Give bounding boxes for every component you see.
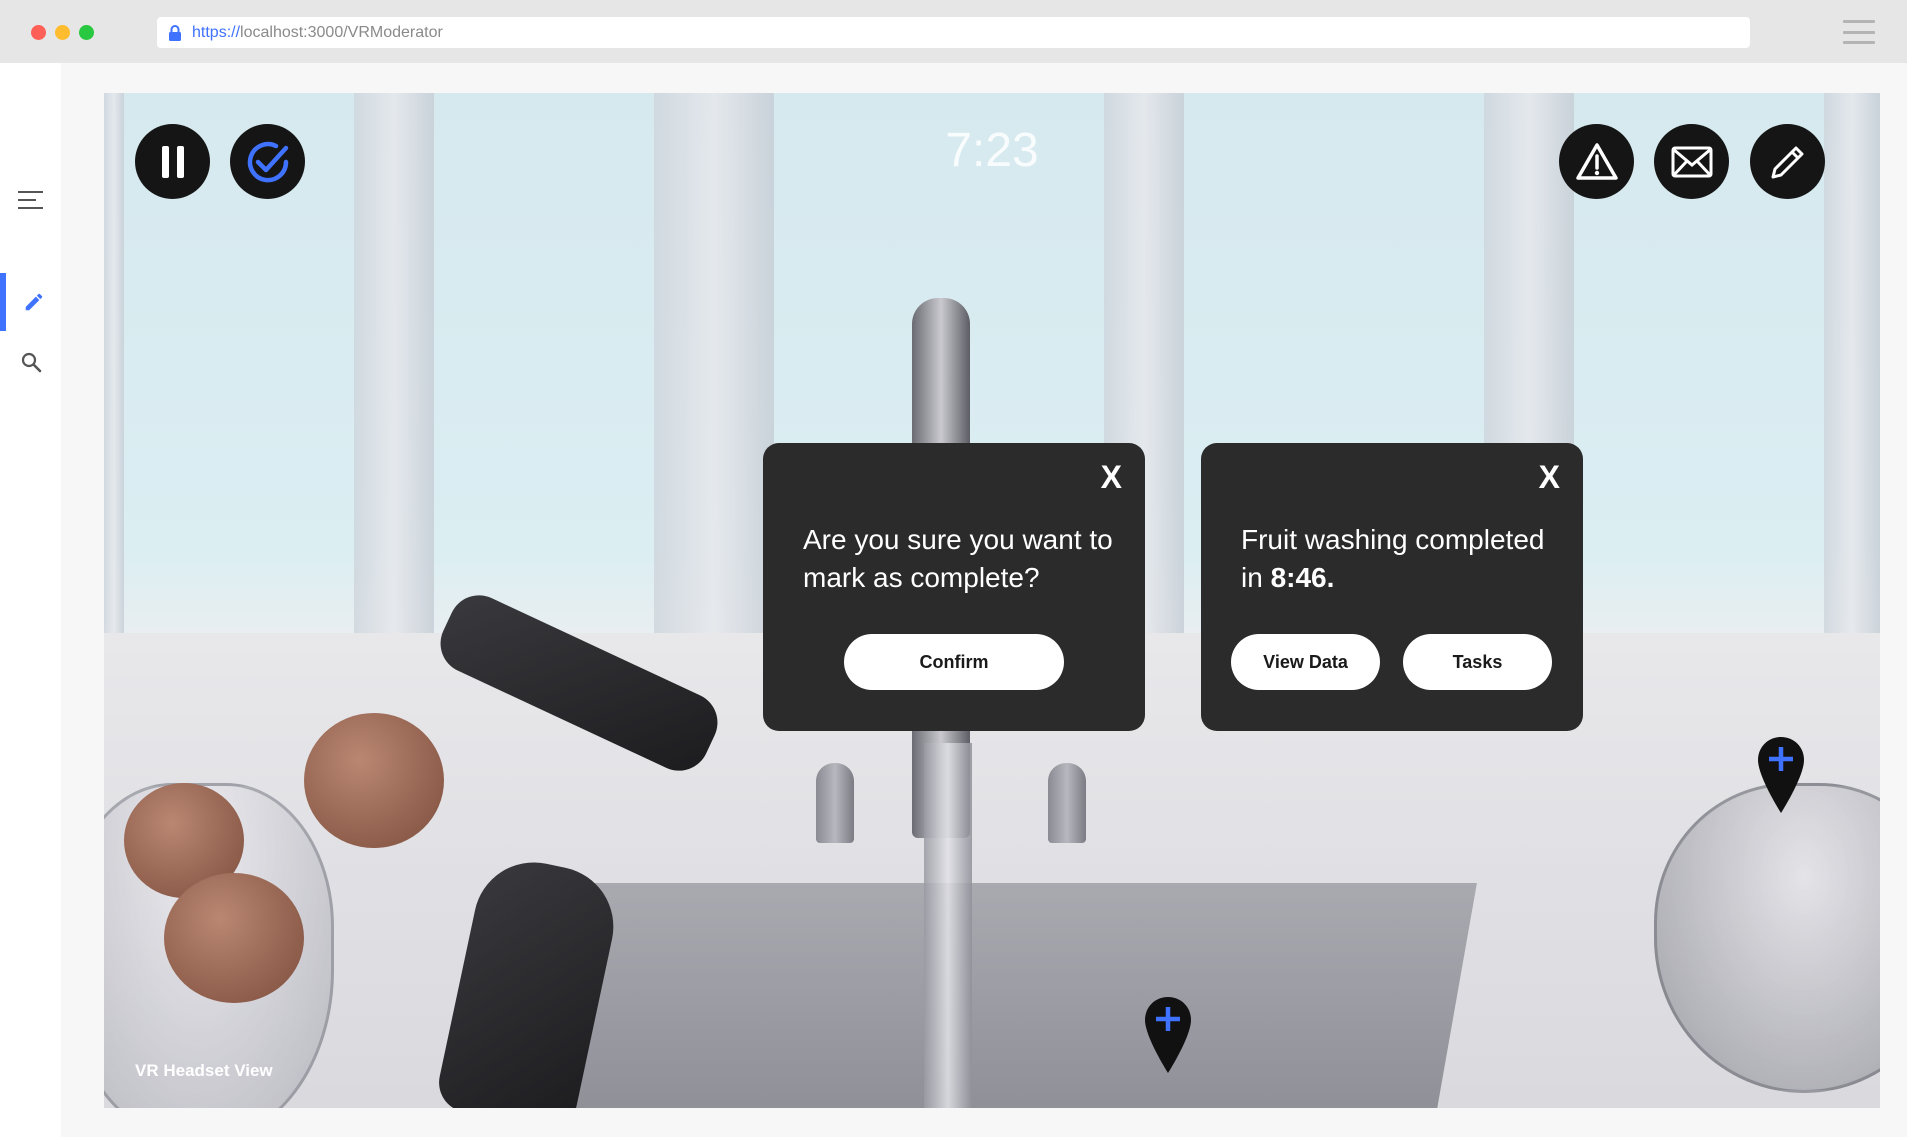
page: 7:23 X Are you sure you want to mark as … (0, 63, 1907, 1137)
tasks-button[interactable]: Tasks (1403, 634, 1552, 690)
add-pin-icon (1758, 737, 1804, 813)
water-stream (924, 743, 972, 1108)
edit-button[interactable] (1750, 124, 1825, 199)
address-bar[interactable]: https://localhost:3000/VRModerator (157, 17, 1750, 48)
browser-chrome: https://localhost:3000/VRModerator (0, 0, 1907, 63)
alert-button[interactable] (1559, 124, 1634, 199)
apple (164, 873, 304, 1003)
message-button[interactable] (1654, 124, 1729, 199)
close-window-button[interactable] (31, 25, 46, 40)
menu-icon[interactable] (18, 191, 43, 209)
dialog-message: Fruit washing completed in 8:46. (1241, 521, 1561, 597)
warning-icon (1575, 142, 1618, 180)
confirm-complete-dialog: X Are you sure you want to mark as compl… (763, 443, 1145, 731)
vr-headset-view[interactable]: 7:23 X Are you sure you want to mark as … (104, 93, 1880, 1108)
sidebar-item-edit[interactable] (0, 273, 61, 331)
add-marker-pin[interactable] (1143, 995, 1193, 1075)
sink-basin (491, 883, 1477, 1108)
pencil-icon (1771, 146, 1803, 178)
faucet-knob (816, 763, 854, 843)
apple (304, 713, 444, 848)
url-path: localhost:3000/VRModerator (240, 23, 443, 41)
sidebar-item-search[interactable] (0, 333, 61, 391)
viewport-caption: VR Headset View (135, 1061, 273, 1080)
sidebar (0, 63, 61, 1137)
add-pin-icon (1145, 997, 1191, 1073)
browser-menu-icon[interactable] (1843, 20, 1875, 44)
dialog-message: Are you sure you want to mark as complet… (803, 524, 1113, 593)
url-protocol: https:// (192, 23, 241, 41)
close-button[interactable]: X (1539, 459, 1560, 496)
completion-time: 8:46. (1270, 562, 1335, 593)
maximize-window-button[interactable] (79, 25, 94, 40)
close-button[interactable]: X (1101, 459, 1122, 496)
confirm-button[interactable]: Confirm (844, 634, 1064, 690)
minimize-window-button[interactable] (55, 25, 70, 40)
task-complete-dialog: X Fruit washing completed in 8:46. View … (1201, 443, 1583, 731)
add-marker-pin[interactable] (1756, 735, 1806, 815)
mail-icon (1671, 146, 1712, 177)
view-data-button[interactable]: View Data (1231, 634, 1380, 690)
lock-icon (169, 24, 181, 41)
search-icon (21, 352, 41, 373)
pencil-icon (25, 293, 42, 311)
faucet-knob (1048, 763, 1086, 843)
